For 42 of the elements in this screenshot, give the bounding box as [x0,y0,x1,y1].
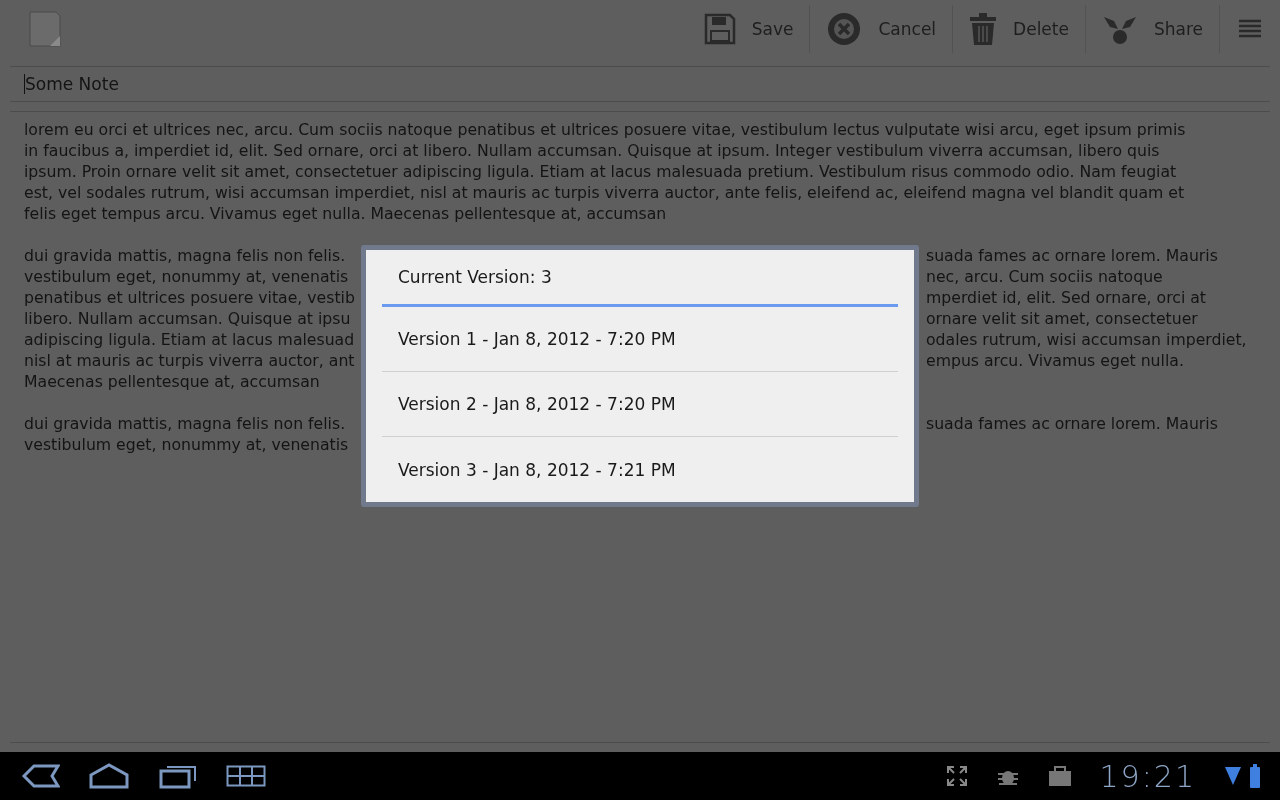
text-fragment: ornare velit sit amet, consectetuer [926,308,1198,329]
save-button[interactable]: Save [687,5,811,53]
text-fragment: dui gravida mattis, magna felis non felis. [24,414,346,433]
home-button[interactable] [88,763,130,789]
text-fragment: nec, arcu. Cum sociis natoque [926,266,1163,287]
battery-icon [1250,764,1260,788]
text-fragment: empus arcu. Vivamus eget nulla. [926,350,1184,371]
version-list-item[interactable]: Version 2 - Jan 8, 2012 - 7:20 PM [382,372,898,437]
text-fragment: suada fames ac ornare lorem. Mauris [926,245,1218,266]
text-fragment: nisl at mauris ac turpis viverra auctor, ant [24,351,355,370]
cancel-icon [826,11,863,47]
shopping-bag-icon [1047,765,1072,787]
version-list-item[interactable]: Version 1 - Jan 8, 2012 - 7:20 PM [382,307,898,372]
trash-can-icon [969,13,998,45]
grid-button[interactable] [226,765,266,787]
recent-apps-icon [158,763,198,789]
title-field[interactable]: Some Note [10,66,1270,102]
text-fragment: adipiscing ligula. Etiam at lacus malesuad [24,330,355,349]
clock-time: 19:21 [1099,758,1196,794]
dialog-title: Current Version: 3 [382,250,898,307]
home-icon [88,763,130,789]
text-fragment: libero. Nullam accumsan. Quisque at ipsu [24,309,351,328]
text-fragment: vestibulum eget, nonummy at, venenatis [24,267,349,286]
grid-icon [226,765,266,787]
wifi-icon [1224,765,1242,787]
recent-apps-button[interactable] [158,763,198,789]
note-paragraph: lorem eu orci et ultrices nec, arcu. Cum sociis natoque penatibus et ultrices posuere vitae, vestibulum lectus vulputate wisi arcu, eget ipsum primis in faucibus a, imperdiet id, elit. Sed ornare, orci at libero. Nullam accumsan. Quisque at ipsum. Integer vestibulum viverra accumsan, libero quis ipsum. Proin ornare velit sit amet, consectetuer adipiscing ligula. Etiam at lacus malesuada pretium. Vestibulum risus commodo odio. Nam feugiat est, vel sodales rutrum, wisi accumsan imperdiet, nisl at mauris ac turpis viverra auctor, ante felis, eleifend ac, eleifend magna vel blandit quam et felis eget tempus arcu. Vivamus eget nulla. Maecenas pellentesque at, accumsan [24,119,1187,224]
menu-icon [1238,18,1262,40]
delete-button[interactable]: Delete [953,5,1086,53]
cancel-button[interactable]: Cancel [810,5,954,53]
share-button[interactable]: Share [1085,5,1220,53]
text-fragment: suada fames ac ornare lorem. Mauris [926,413,1218,434]
back-button[interactable] [20,763,60,789]
text-fragment: vestibulum eget, nonummy at, venenatis [24,435,349,454]
version-list-item[interactable]: Version 3 - Jan 8, 2012 - 7:21 PM [382,437,898,502]
text-fragment: dui gravida mattis, magna felis non felis. [24,246,346,265]
text-fragment: mperdiet id, elit. Sed ornare, orci at [926,287,1206,308]
text-fragment: penatibus et ultrices posuere vitae, vestib [24,288,355,307]
text-fragment: Maecenas pellentesque at, accumsan [24,372,320,391]
fullscreen-icon [945,765,968,787]
back-icon [20,763,60,789]
text-fragment: odales rutrum, wisi accumsan imperdiet, [926,329,1247,350]
